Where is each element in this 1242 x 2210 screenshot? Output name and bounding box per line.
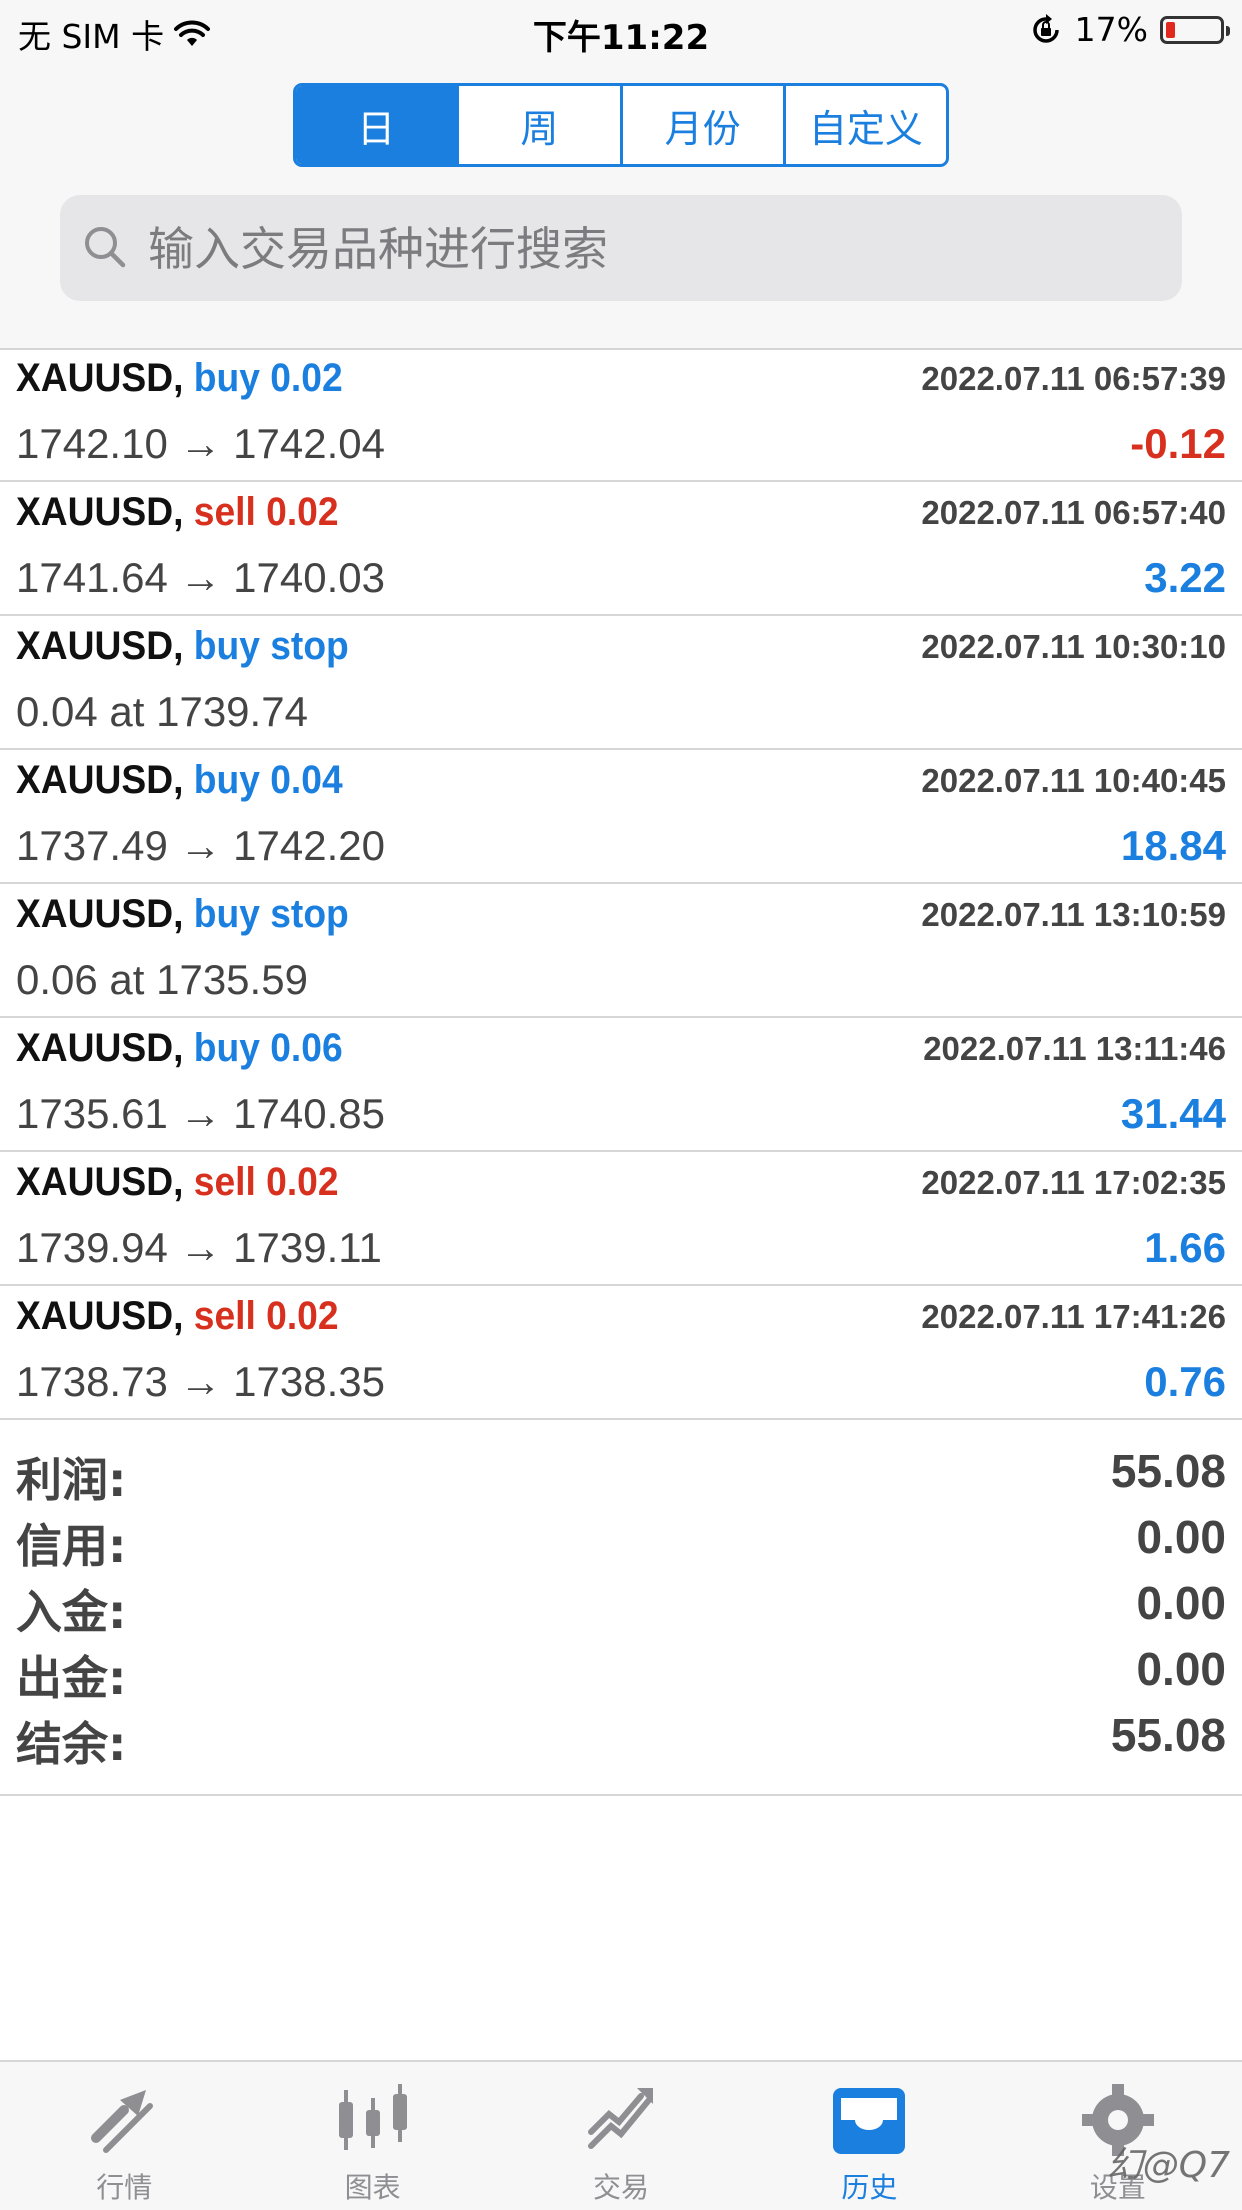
deal-title: XAUUSD, sell 0.02 (16, 490, 339, 535)
deal-side: buy stop (193, 624, 349, 668)
deal-symbol: XAUUSD, (16, 490, 184, 534)
deal-row[interactable]: XAUUSD, sell 0.02 2022.07.11 06:57:40 1741… (0, 482, 1242, 616)
period-selector: 日 周 月份 自定义 (293, 83, 949, 167)
deal-symbol: XAUUSD, (16, 1160, 184, 1204)
deals-list: XAUUSD, buy 0.02 2022.07.11 06:57:39 1742.… (0, 348, 1242, 1420)
summary-row: 出金: 0.00 (0, 1632, 1242, 1705)
summary-value: 0.00 (1136, 1643, 1226, 1695)
deal-profit: 3.22 (1144, 554, 1226, 601)
summary-label: 结余: (16, 1717, 127, 1771)
deal-profit: 31.44 (1120, 1090, 1226, 1137)
search-input[interactable] (146, 195, 1160, 303)
chart-icon (338, 2084, 407, 2150)
summary-value: 55.08 (1110, 1445, 1226, 1497)
deal-row[interactable]: XAUUSD, buy stop 2022.07.11 13:10:59 0.06 … (0, 884, 1242, 1018)
deal-row[interactable]: XAUUSD, buy 0.06 2022.07.11 13:11:46 1735.… (0, 1018, 1242, 1152)
status-right: 17% (1029, 10, 1230, 49)
deal-time: 2022.07.11 10:40:45 (921, 762, 1226, 799)
summary-row: 利润: 55.08 (0, 1434, 1242, 1507)
search-bar (60, 195, 1182, 303)
deal-row[interactable]: XAUUSD, buy 0.04 2022.07.11 10:40:45 1737.… (0, 750, 1242, 884)
deal-prices: 1741.64 → 1740.03 (16, 554, 385, 601)
history-header: 日 周 月份 自定义 (0, 62, 1242, 350)
status-bar: 无 SIM 卡 下午11:22 17% (0, 0, 1242, 62)
summary-row: 入金: 0.00 (0, 1566, 1242, 1639)
tab-label: 交易 (593, 2171, 650, 2204)
deal-symbol: XAUUSD, (16, 356, 184, 400)
deal-symbol: XAUUSD, (16, 758, 184, 802)
deal-title: XAUUSD, buy 0.02 (16, 356, 343, 401)
deal-symbol: XAUUSD, (16, 624, 184, 668)
deal-prices: 1739.94 → 1739.11 (16, 1224, 382, 1271)
deal-time: 2022.07.11 17:41:26 (921, 1298, 1226, 1335)
deal-time: 2022.07.11 17:02:35 (921, 1164, 1226, 1201)
deal-time: 2022.07.11 06:57:40 (921, 494, 1226, 531)
deal-time: 2022.07.11 13:11:46 (923, 1030, 1226, 1067)
tab-label: 行情 (96, 2171, 153, 2204)
summary-value: 0.00 (1136, 1577, 1226, 1629)
deal-prices: 0.06 at 1735.59 (16, 956, 308, 1003)
deal-prices: 1738.73 → 1738.35 (16, 1358, 385, 1405)
search-icon (85, 227, 126, 268)
period-tab-week[interactable]: 周 (456, 86, 619, 164)
deal-row[interactable]: XAUUSD, sell 0.02 2022.07.11 17:41:26 1738… (0, 1286, 1242, 1420)
deal-symbol: XAUUSD, (16, 1026, 184, 1070)
deal-row[interactable]: XAUUSD, buy 0.02 2022.07.11 06:57:39 1742.… (0, 348, 1242, 482)
tab-label: 历史 (841, 2171, 898, 2204)
deal-time: 2022.07.11 06:57:39 (921, 360, 1226, 397)
account-summary: 利润: 55.08 信用: 0.00 入金: 0.00 出金: 0.00 结余: 55.08 (0, 1428, 1242, 1796)
deal-side: sell 0.02 (193, 490, 339, 534)
battery-icon (1160, 15, 1230, 44)
deal-prices: 1742.10 → 1742.04 (16, 420, 385, 467)
period-tab-custom[interactable]: 自定义 (782, 86, 946, 164)
period-tab-month[interactable]: 月份 (619, 86, 783, 164)
deal-side: buy 0.04 (193, 758, 343, 802)
deal-side: sell 0.02 (193, 1160, 339, 1204)
deal-side: buy stop (193, 892, 349, 936)
deal-profit: -0.12 (1130, 420, 1226, 467)
tab-quotes[interactable]: 行情 (0, 2062, 248, 2210)
deal-title: XAUUSD, buy 0.06 (16, 1026, 343, 1071)
deal-time: 2022.07.11 10:30:10 (921, 628, 1226, 665)
deal-prices: 1735.61 → 1740.85 (16, 1090, 385, 1137)
tab-label: 图表 (344, 2171, 401, 2204)
deal-title: XAUUSD, buy 0.04 (16, 758, 343, 803)
deal-row[interactable]: XAUUSD, buy stop 2022.07.11 10:30:10 0.04 … (0, 616, 1242, 750)
deal-title: XAUUSD, sell 0.02 (16, 1160, 339, 1205)
deal-profit: 1.66 (1144, 1224, 1226, 1271)
quotes-icon (91, 2090, 154, 2153)
deal-prices: 0.04 at 1739.74 (16, 688, 308, 735)
deal-symbol: XAUUSD, (16, 892, 184, 936)
tab-bar: 行情 图表 交易 历史 设置 幻@Q7 (0, 2060, 1242, 2210)
trade-icon (588, 2088, 654, 2149)
summary-value: 0.00 (1136, 1511, 1226, 1563)
summary-row: 信用: 0.00 (0, 1500, 1242, 1573)
orientation-lock-icon (1032, 13, 1059, 43)
deal-row[interactable]: XAUUSD, sell 0.02 2022.07.11 17:02:35 1739… (0, 1152, 1242, 1286)
deal-prices: 1737.49 → 1742.20 (16, 822, 385, 869)
deal-time: 2022.07.11 13:10:59 (921, 896, 1226, 933)
history-icon (833, 2088, 906, 2154)
deal-profit: 0.76 (1144, 1358, 1226, 1405)
deal-symbol: XAUUSD, (16, 1294, 184, 1338)
period-tab-day[interactable]: 日 (296, 86, 457, 164)
deal-profit: 18.84 (1120, 822, 1226, 869)
watermark: 幻@Q7 (1106, 2145, 1230, 2186)
tab-history[interactable]: 历史 (745, 2062, 993, 2210)
deal-title: XAUUSD, sell 0.02 (16, 1294, 339, 1339)
deal-side: buy 0.06 (193, 1026, 343, 1070)
deal-title: XAUUSD, buy stop (16, 892, 349, 937)
tab-chart[interactable]: 图表 (248, 2062, 496, 2210)
deal-side: buy 0.02 (193, 356, 343, 400)
deal-side: sell 0.02 (193, 1294, 339, 1338)
summary-value: 55.08 (1110, 1709, 1226, 1761)
deal-title: XAUUSD, buy stop (16, 624, 349, 669)
tab-trade[interactable]: 交易 (497, 2062, 745, 2210)
summary-row: 结余: 55.08 (0, 1698, 1242, 1771)
battery-percent: 17% (1074, 10, 1148, 49)
